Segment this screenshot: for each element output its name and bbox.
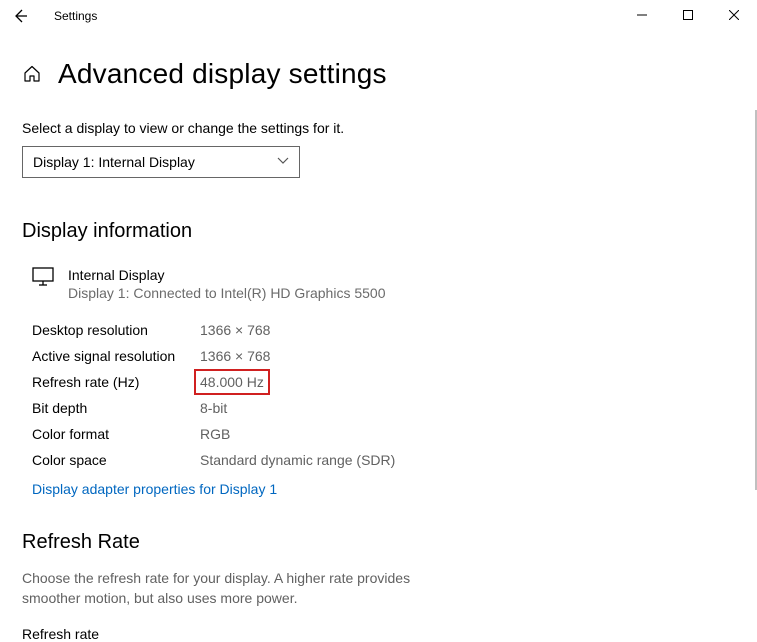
display-name: Internal Display [68, 267, 385, 283]
monitor-icon [32, 267, 54, 287]
info-value: 1366 × 768 [200, 343, 270, 369]
minimize-button[interactable] [619, 0, 665, 30]
info-value: 8-bit [200, 395, 227, 421]
info-value: RGB [200, 421, 230, 447]
refresh-rate-highlight: 48.000 Hz [194, 369, 270, 395]
page-title: Advanced display settings [58, 58, 387, 90]
info-label: Bit depth [32, 395, 200, 421]
table-row: Color format RGB [32, 421, 735, 447]
info-value: 1366 × 768 [200, 317, 270, 343]
display-select-value: Display 1: Internal Display [33, 154, 195, 170]
display-info-heading: Display information [22, 220, 735, 243]
table-row: Bit depth 8-bit [32, 395, 735, 421]
info-label: Active signal resolution [32, 343, 200, 369]
table-row: Color space Standard dynamic range (SDR) [32, 447, 735, 473]
refresh-rate-description: Choose the refresh rate for your display… [22, 568, 422, 608]
display-info-table: Desktop resolution 1366 × 768 Active sig… [22, 317, 735, 473]
info-label: Color format [32, 421, 200, 447]
close-button[interactable] [711, 0, 757, 30]
maximize-button[interactable] [665, 0, 711, 30]
chevron-down-icon [277, 156, 289, 168]
info-label: Refresh rate (Hz) [32, 369, 200, 395]
refresh-rate-heading: Refresh Rate [22, 531, 735, 554]
table-row: Desktop resolution 1366 × 768 [32, 317, 735, 343]
window-title: Settings [54, 9, 97, 23]
table-row: Refresh rate (Hz) 48.000 Hz [32, 369, 735, 395]
display-select[interactable]: Display 1: Internal Display [22, 146, 300, 178]
home-icon[interactable] [22, 64, 42, 84]
select-prompt: Select a display to view or change the s… [22, 120, 735, 136]
info-label: Desktop resolution [32, 317, 200, 343]
table-row: Active signal resolution 1366 × 768 [32, 343, 735, 369]
refresh-rate-label: Refresh rate [22, 626, 735, 642]
adapter-properties-link[interactable]: Display adapter properties for Display 1 [22, 481, 735, 497]
back-button[interactable] [8, 4, 32, 28]
info-label: Color space [32, 447, 200, 473]
info-value: Standard dynamic range (SDR) [200, 447, 395, 473]
display-subtitle: Display 1: Connected to Intel(R) HD Grap… [68, 285, 385, 301]
